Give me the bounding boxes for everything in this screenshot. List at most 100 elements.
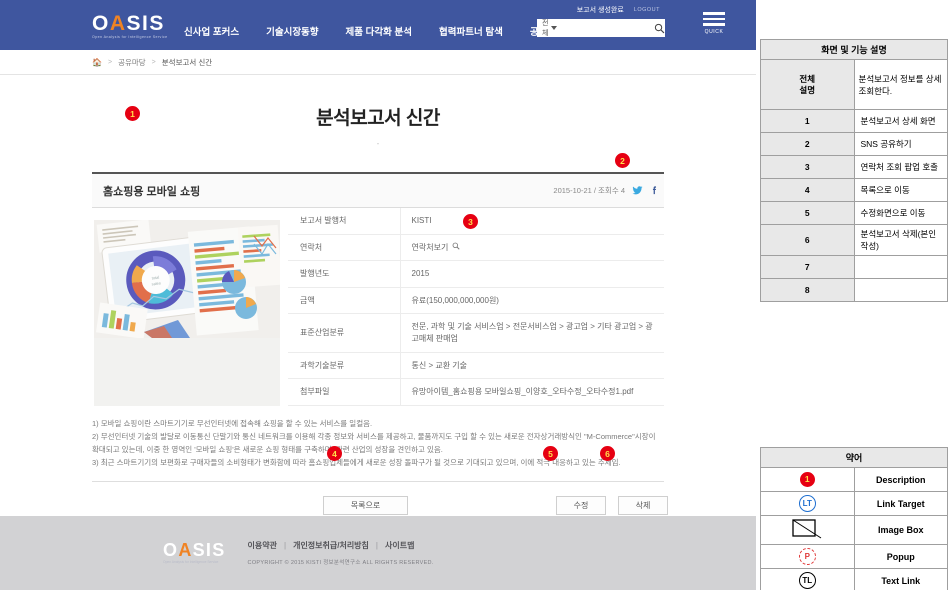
report-card-body: total sales 보고서 발행처 KISTI 연락처 연락처보기 발행년도… xyxy=(92,208,664,406)
footer-links: 이용약관 | 개인정보취급/처리방침 | 사이트맵 xyxy=(248,540,434,551)
annotation-marker-2: 2 xyxy=(615,153,630,168)
nav-item-1[interactable]: 기술시장동향 xyxy=(266,24,318,38)
field-value: 2015 xyxy=(411,269,430,279)
table-row: Image Box xyxy=(760,515,948,545)
legend-symbol-image-box xyxy=(760,515,855,545)
twitter-icon[interactable] xyxy=(632,185,643,196)
table-row: 7 xyxy=(760,255,948,279)
link-target-icon: LT xyxy=(798,495,816,512)
logo-sis: SIS xyxy=(126,12,165,35)
table-row: 2 SNS 공유하기 xyxy=(760,132,948,156)
breadcrumb-item-1: 분석보고서 신간 xyxy=(161,57,213,67)
description-line-1: 2) 무선인터넷 기술의 발달로 이동통신 단말기와 통신 네트워크를 이용해 … xyxy=(92,431,656,454)
legend-symbol-popup: P xyxy=(760,544,855,569)
table-row: 약어 xyxy=(760,447,948,468)
footer-logo-wordmark: OASIS xyxy=(163,541,226,559)
contact-view-label: 연락처보기 xyxy=(411,242,449,252)
site-header: OASIS Open Analysis for Intelligence Ser… xyxy=(0,0,756,50)
field-label: 금액 xyxy=(288,287,401,314)
desc-intro-text: 분석보고서 정보를 상세조회한다. xyxy=(853,59,948,110)
field-label: 과학기술분류 xyxy=(288,352,401,379)
annotation-marker-3: 3 xyxy=(463,214,478,229)
sns-share-group xyxy=(632,185,660,196)
table-row: 화면 및 기능 설명 xyxy=(760,39,948,60)
legend-label: Image Box xyxy=(853,515,948,545)
nav-item-3[interactable]: 협력파트너 탐색 xyxy=(439,24,503,38)
page-title-area: 분석보고서 신간 - xyxy=(0,75,756,148)
footer-logo-o: O xyxy=(163,540,179,561)
hamburger-icon-bar xyxy=(703,17,725,20)
report-title: 홈쇼핑용 모바일 쇼핑 xyxy=(103,185,201,198)
table-row: 발행년도 2015 xyxy=(288,260,664,288)
footer-logo-a: A xyxy=(178,540,193,561)
footer-link-privacy[interactable]: 개인정보취급/처리방침 xyxy=(293,540,369,551)
search-input[interactable] xyxy=(561,19,654,37)
breadcrumb: 🏠 > 공유마당 > 분석보고서 신간 xyxy=(0,50,756,75)
table-row: 전체 설명 분석보고서 정보를 상세조회한다. xyxy=(760,59,948,110)
page-subtitle: - xyxy=(376,139,380,148)
svg-text:total: total xyxy=(151,275,159,281)
breadcrumb-separator: > xyxy=(151,58,156,66)
field-value-attachment[interactable]: 유망아이템_홈쇼핑용 모바일쇼핑_이양호_오타수정_오타수정1.pdf xyxy=(400,379,664,406)
table-row: 표준산업분류 전문, 과학 및 기술 서비스업 > 전문서비스업 > 광고업 >… xyxy=(288,313,664,353)
screenshot-root: OASIS Open Analysis for Intelligence Ser… xyxy=(0,0,950,590)
desc-table-header: 화면 및 기능 설명 xyxy=(760,39,948,60)
search-bar[interactable]: 전체 xyxy=(537,19,665,37)
facebook-icon[interactable] xyxy=(649,185,660,196)
home-icon[interactable]: 🏠 xyxy=(92,58,102,67)
edit-button[interactable]: 수정 xyxy=(556,496,606,516)
field-label: 연락처 xyxy=(288,234,401,261)
description-line-2: 3) 최근 스마트기기의 보편화로 구매자들의 소비형태가 변화함에 따라 홈쇼… xyxy=(92,458,621,468)
user-status-text: 보고서 생성완료 xyxy=(576,7,624,14)
image-box-icon: total sales xyxy=(94,220,280,339)
field-value: KISTI xyxy=(411,216,432,225)
nav-item-0[interactable]: 신사업 포커스 xyxy=(184,24,239,38)
report-fields-table: 보고서 발행처 KISTI 연락처 연락처보기 발행년도 2015 금액 유료(… xyxy=(288,208,664,406)
search-icon[interactable] xyxy=(452,242,460,254)
desc-row-index: 4 xyxy=(760,178,855,202)
desc-row-text: 분석보고서 삭제(본인작성) xyxy=(853,224,948,256)
report-meta: 2015-10-21 / 조회수 4 xyxy=(553,185,660,196)
desc-row-index: 1 xyxy=(760,109,855,133)
footer-link-sitemap[interactable]: 사이트맵 xyxy=(385,540,414,551)
legend-label: Popup xyxy=(853,544,948,569)
text-link-icon: TL xyxy=(798,572,816,589)
abbr-table-header: 약어 xyxy=(760,447,948,468)
desc-row-text: 수정화면으로 이동 xyxy=(853,201,948,225)
list-button[interactable]: 목록으로 xyxy=(323,496,408,516)
field-label: 발행년도 xyxy=(288,260,401,288)
site-logo[interactable]: OASIS Open Analysis for Intelligence Ser… xyxy=(92,13,168,40)
site-footer: OASIS Open Analysis for Intelligence Ser… xyxy=(0,516,756,590)
table-row: 금액 유료(150,000,000,000원) xyxy=(288,287,664,314)
nav-item-2[interactable]: 제품 다각화 분석 xyxy=(346,24,412,38)
abbreviation-legend-table: 약어 1 Description LT Link Target Image Bo… xyxy=(760,447,948,590)
delete-button[interactable]: 삭제 xyxy=(618,496,668,516)
page-title: 분석보고서 신간 xyxy=(316,108,440,129)
quick-menu-button[interactable]: QUICK xyxy=(697,12,731,35)
report-date-views: 2015-10-21 / 조회수 4 xyxy=(553,186,625,195)
hamburger-icon-bar xyxy=(703,23,725,26)
footer-copyright: COPYRIGHT © 2015 KISTI 정보분석연구소 ALL RIGHT… xyxy=(247,560,434,566)
screen-description-table: 화면 및 기능 설명 전체 설명 분석보고서 정보를 상세조회한다. 1 분석보고… xyxy=(760,39,948,302)
contact-view-link[interactable]: 연락처보기 xyxy=(412,242,461,254)
footer-link-separator: | xyxy=(375,541,378,550)
table-row: LT Link Target xyxy=(760,491,948,516)
red-number-badge-icon: 1 xyxy=(799,472,815,487)
field-value: 통신 > 교환 기술 xyxy=(411,360,468,370)
footer-link-terms[interactable]: 이용약관 xyxy=(248,540,277,551)
search-icon[interactable] xyxy=(654,23,665,34)
logout-link[interactable]: LOGOUT xyxy=(634,7,660,13)
desc-row-index: 8 xyxy=(760,278,855,302)
report-card-header: 홈쇼핑용 모바일 쇼핑 2015-10-21 / 조회수 4 xyxy=(92,174,664,208)
breadcrumb-item-0[interactable]: 공유마당 xyxy=(118,57,146,68)
annotation-marker-6: 6 xyxy=(600,446,615,461)
table-row: P Popup xyxy=(760,544,948,569)
desc-row-text xyxy=(853,278,948,302)
table-row: 4 목록으로 이동 xyxy=(760,178,948,202)
table-row: 3 연락처 조회 팝업 호출 xyxy=(760,155,948,179)
table-row: TL Text Link xyxy=(760,568,948,590)
legend-symbol-text-link: TL xyxy=(760,568,855,590)
desc-row-index: 3 xyxy=(760,155,855,179)
search-scope-select[interactable]: 전체 xyxy=(537,19,561,37)
table-row: 5 수정화면으로 이동 xyxy=(760,201,948,225)
